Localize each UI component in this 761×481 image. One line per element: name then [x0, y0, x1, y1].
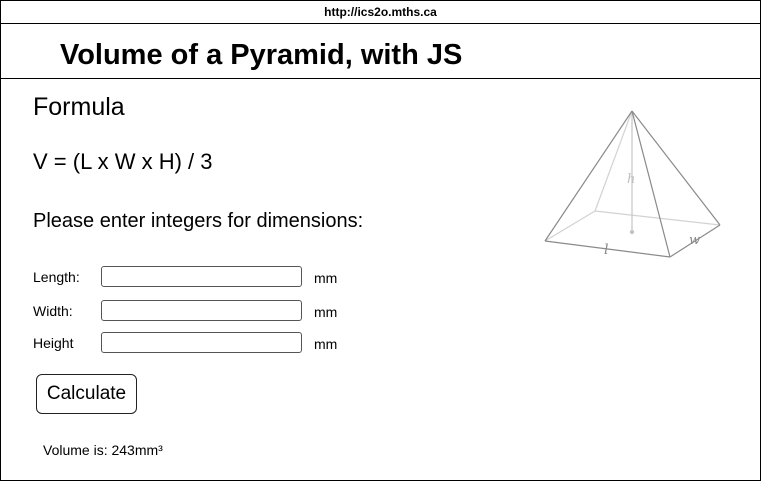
width-label: Width:	[33, 303, 73, 319]
height-input[interactable]	[101, 332, 302, 353]
page-title: Volume of a Pyramid, with JS	[60, 39, 463, 71]
height-unit: mm	[314, 336, 338, 352]
width-input[interactable]	[101, 300, 302, 321]
formula-heading: Formula	[33, 93, 125, 121]
pyramid-diagram-icon: h l w	[544, 110, 721, 258]
page-frame: http://ics2o.mths.ca Volume of a Pyramid…	[0, 0, 761, 481]
length-input[interactable]	[101, 266, 302, 287]
length-unit: mm	[314, 270, 338, 286]
width-dim-label: w	[689, 233, 700, 248]
instructions-text: Please enter integers for dimensions:	[33, 210, 364, 232]
height-label: Height	[33, 335, 74, 351]
calculate-button[interactable]: Calculate	[36, 374, 137, 414]
height-dim-label: h	[627, 172, 635, 187]
page-header: Volume of a Pyramid, with JS	[1, 24, 760, 79]
url-bar[interactable]: http://ics2o.mths.ca	[1, 1, 760, 24]
width-unit: mm	[314, 304, 338, 320]
length-label: Length:	[33, 269, 80, 285]
volume-result: Volume is: 243mm³	[43, 442, 163, 458]
formula-text: V = (L x W x H) / 3	[33, 149, 213, 174]
url-text: http://ics2o.mths.ca	[324, 5, 437, 19]
length-dim-label: l	[604, 242, 608, 258]
